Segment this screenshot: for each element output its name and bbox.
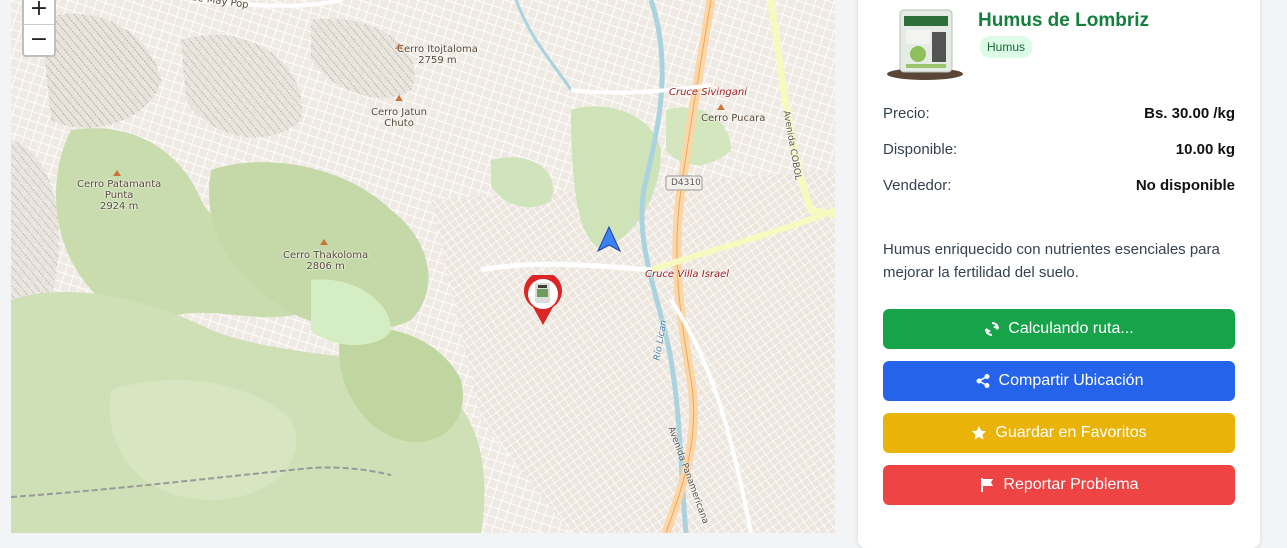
map-label-cerro-thakoloma: Cerro Thakoloma 2806 m [283, 250, 368, 272]
category-badge: Humus [980, 36, 1033, 58]
product-description: Humus enriquecido con nutrientes esencia… [883, 241, 1220, 281]
price-value: Bs. 30.00 /kg [1144, 105, 1235, 122]
label-text: Cerro Jatun [371, 107, 427, 118]
availability-value: 10.00 kg [1175, 141, 1235, 158]
map-tiles [11, 0, 835, 533]
label-text: Cerro Patamanta [77, 179, 162, 190]
user-location-arrow-icon [596, 225, 622, 253]
label-sub: Chuto [384, 118, 414, 129]
map-label-cerro-patamanta: Cerro Patamanta Punta 2924 m [77, 179, 161, 212]
calculate-route-label: Calculando ruta... [1008, 320, 1134, 337]
map-label-cruce-sivingani: Cruce Sivingani [669, 87, 748, 98]
map-label-cruce-villa-israel: Cruce Villa Israel [645, 269, 730, 280]
map-label-cerro-jatun: Cerro Jatun Chuto [371, 107, 427, 129]
share-icon [976, 374, 990, 388]
map-label-cerro-itojtaloma: Cerro Itojtaloma 2759 m [397, 44, 478, 66]
report-problem-button[interactable]: Reportar Problema [883, 465, 1235, 505]
seller-value: No disponible [1135, 177, 1235, 194]
report-problem-label: Reportar Problema [1003, 476, 1139, 493]
map-label-cerro-pucara: Cerro Pucara [701, 113, 766, 124]
save-favorite-label: Guardar en Favoritos [995, 424, 1147, 441]
seller-label: Vendedor: [883, 177, 952, 194]
map-label-road-d4310: D4310 [671, 178, 701, 188]
product-panel: Humus de Lombriz Humus Precio: Bs. 30.00… [858, 0, 1260, 548]
zoom-in-button[interactable]: + [24, 0, 54, 24]
label-sub: 2759 m [418, 55, 457, 66]
share-location-button[interactable]: Compartir Ubicación [883, 361, 1235, 401]
sync-icon [985, 322, 1000, 336]
label-text: Cerro Thakoloma [283, 250, 369, 261]
calculate-route-button[interactable]: Calculando ruta... [883, 309, 1235, 349]
save-favorite-button[interactable]: Guardar en Favoritos [883, 413, 1235, 453]
price-label: Precio: [883, 105, 930, 122]
share-location-label: Compartir Ubicación [998, 372, 1144, 389]
product-image [887, 9, 963, 80]
zoom-out-button[interactable]: − [24, 24, 54, 55]
map-pin-icon [524, 271, 562, 325]
seller-row: Vendedor: No disponible [883, 177, 1235, 194]
product-title: Humus de Lombriz [978, 10, 1150, 31]
product-map-marker[interactable] [523, 271, 563, 327]
label-sub2: 2924 m [99, 201, 139, 212]
label-text: Cerro Itojtaloma [397, 44, 478, 55]
availability-label: Disponible: [883, 141, 958, 158]
map-view[interactable]: de May Pop Cerro Itojtaloma 2759 m Cerro… [11, 0, 835, 533]
star-icon [972, 426, 987, 440]
label-sub: 2806 m [306, 261, 345, 272]
availability-row: Disponible: 10.00 kg [883, 141, 1235, 158]
flag-icon [981, 478, 994, 492]
zoom-control: + − [22, 0, 56, 57]
price-row: Precio: Bs. 30.00 /kg [883, 105, 1235, 122]
label-sub: Punta [104, 190, 134, 201]
